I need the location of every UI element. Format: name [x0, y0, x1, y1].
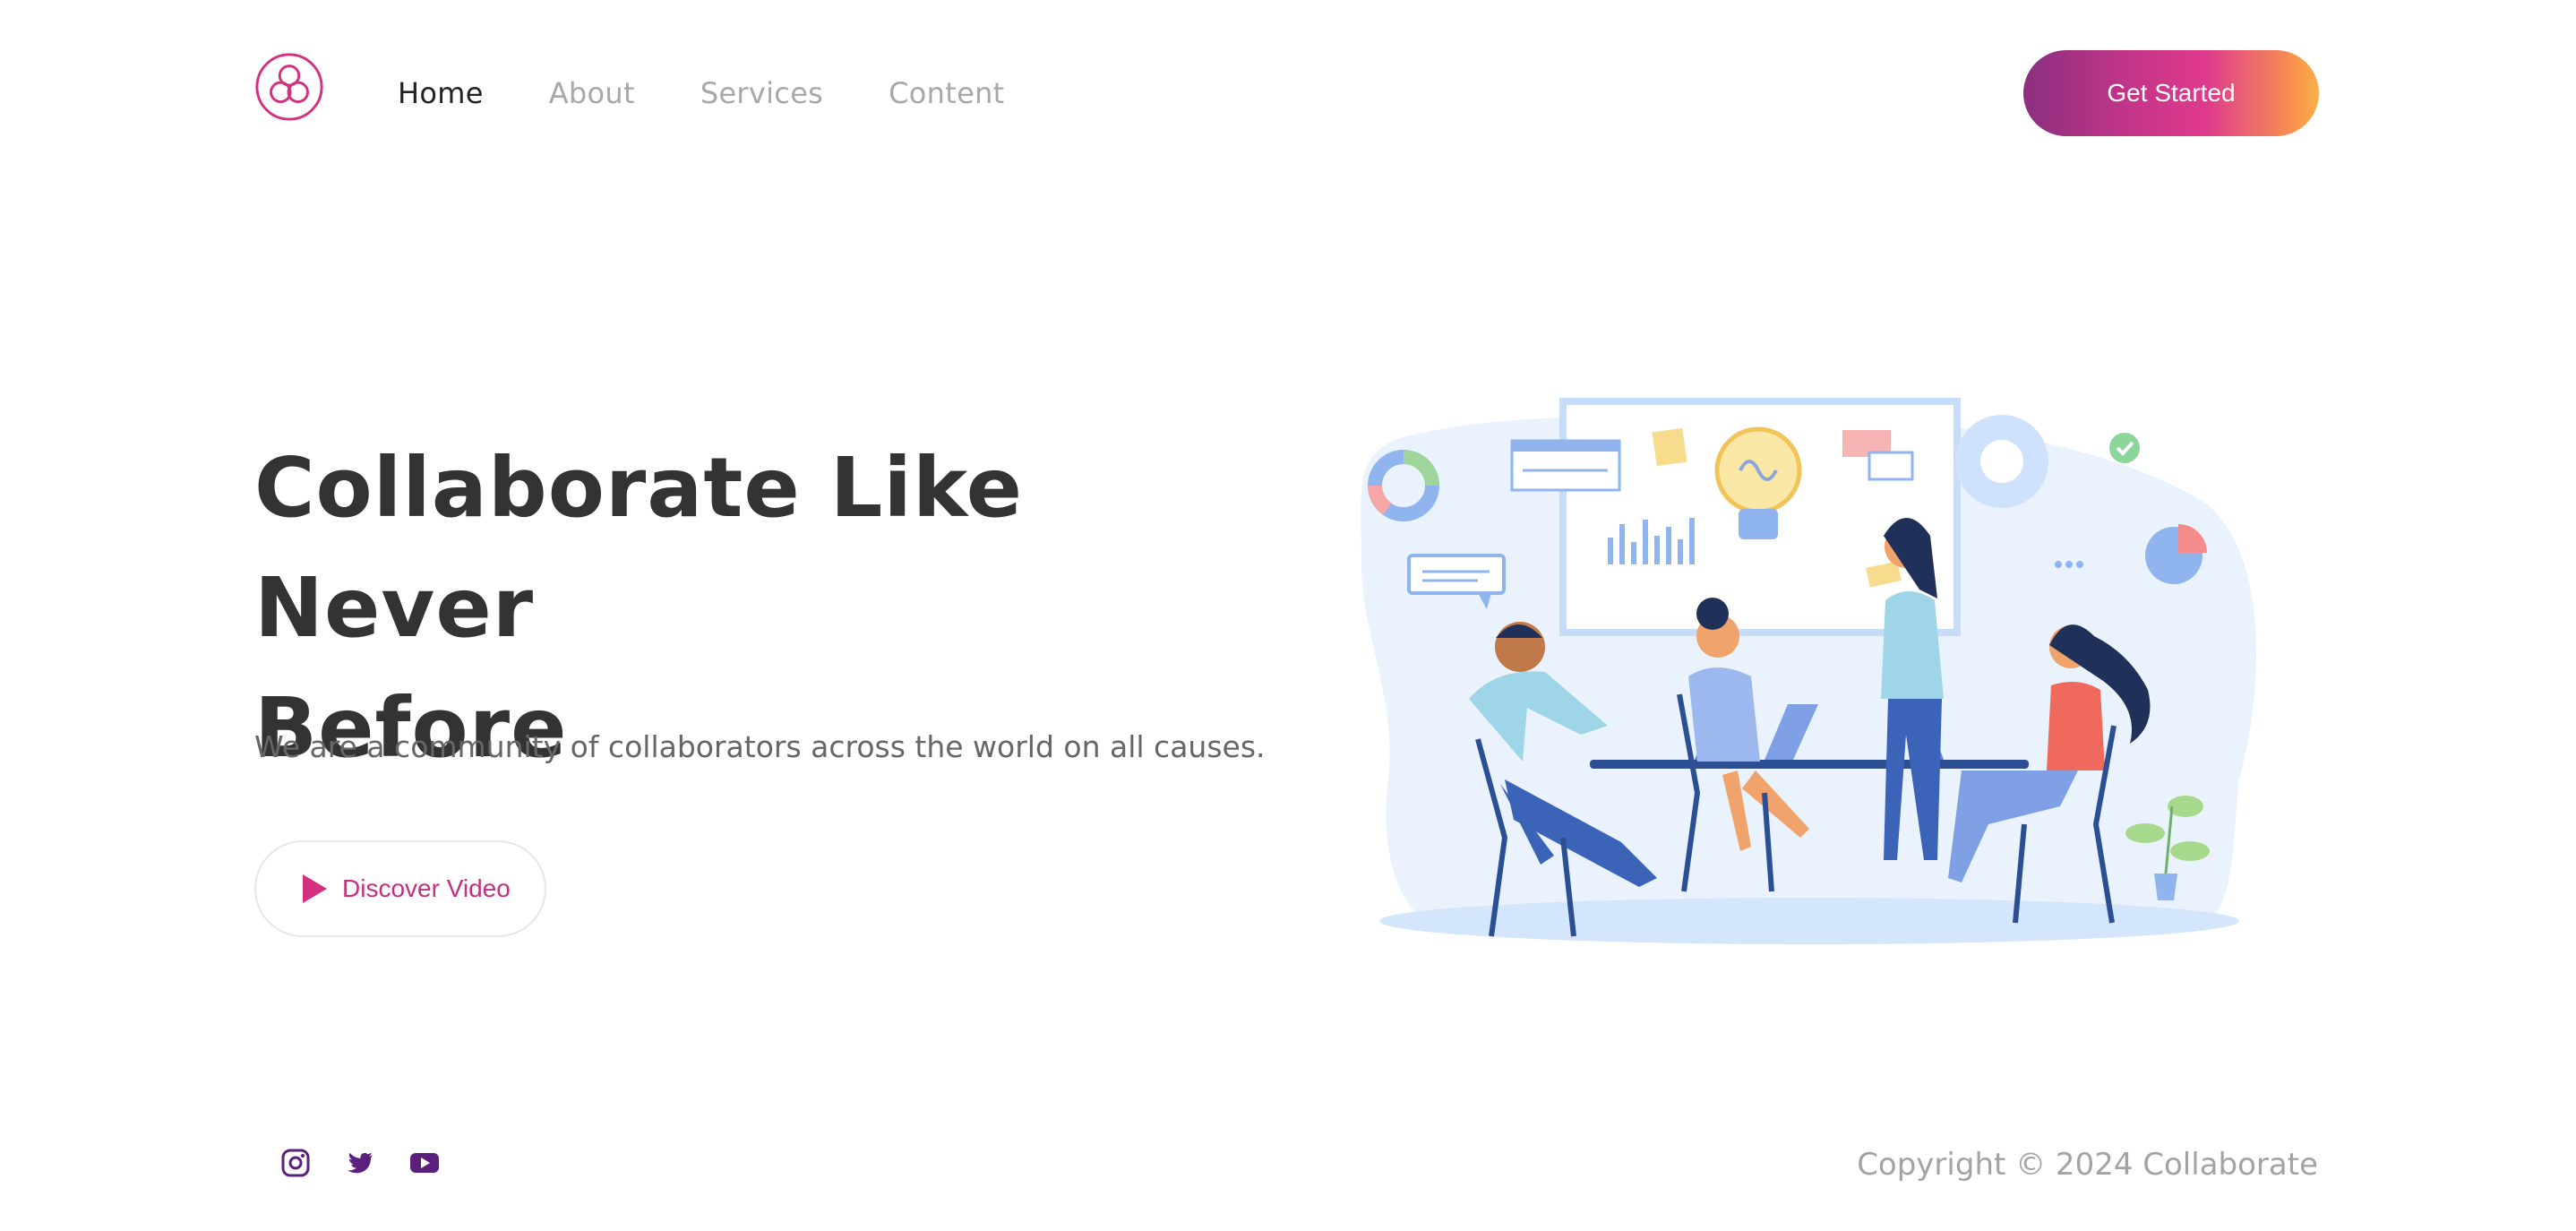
hero-subtitle: We are a community of collaborators acro…	[254, 729, 1266, 764]
hero-title-line-1: Collaborate Like Never	[254, 440, 1024, 656]
logo-icon[interactable]	[254, 52, 324, 122]
twitter-icon[interactable]	[344, 1147, 376, 1179]
youtube-icon[interactable]	[408, 1147, 441, 1179]
main-nav: Home About Services Content	[398, 70, 1005, 116]
instagram-icon[interactable]	[279, 1147, 312, 1179]
nav-content[interactable]: Content	[889, 70, 1004, 116]
social-links	[279, 1147, 441, 1179]
play-icon	[303, 874, 327, 903]
copyright-text: Copyright © 2024 Collaborate	[1857, 1147, 2318, 1183]
discover-video-button[interactable]: Discover Video	[254, 840, 546, 937]
nav-services[interactable]: Services	[700, 70, 823, 116]
nav-about[interactable]: About	[549, 70, 635, 116]
get-started-button[interactable]: Get Started	[2023, 50, 2319, 136]
nav-home[interactable]: Home	[398, 70, 484, 116]
discover-video-label: Discover Video	[342, 874, 511, 902]
team-collaboration-illustration	[1361, 398, 2257, 944]
